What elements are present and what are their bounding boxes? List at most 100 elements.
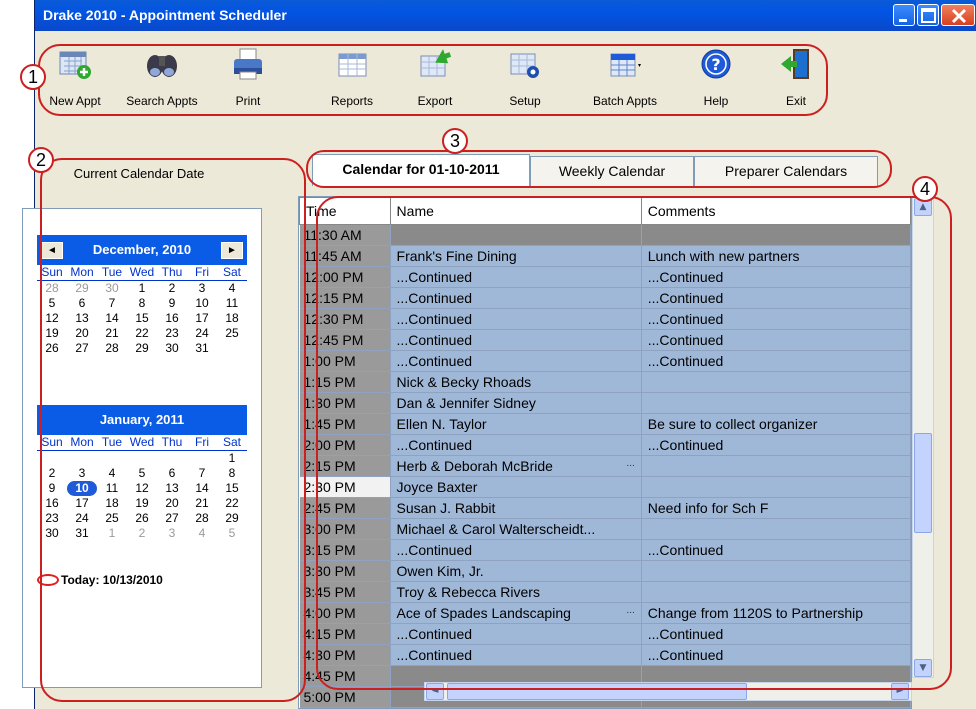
time-cell[interactable]: 12:45 PM xyxy=(299,329,391,351)
table-row[interactable]: 12:45 PM ...Continued ...Continued xyxy=(299,329,911,351)
table-row[interactable]: 11:45 AM Frank's Fine Dining Lunch with ne… xyxy=(299,245,911,267)
table-row[interactable]: 3:15 PM ...Continued ...Continued xyxy=(299,539,911,561)
table-row[interactable]: 3:00 PM Michael & Carol Walterscheidt... xyxy=(299,518,911,540)
calendar-day[interactable]: 4 xyxy=(187,526,217,541)
name-cell[interactable]: ...Continued xyxy=(390,266,642,288)
calendar-day[interactable]: 18 xyxy=(97,496,127,511)
calendar-day[interactable]: 10 xyxy=(67,481,97,496)
toolbar-button-export[interactable]: Export xyxy=(398,38,472,116)
name-cell[interactable]: Ellen N. Taylor xyxy=(390,413,642,435)
toolbar-button-help[interactable]: ? Help xyxy=(686,38,746,116)
calendar-day[interactable]: 3 xyxy=(157,526,187,541)
calendar-day[interactable]: 4 xyxy=(217,281,247,296)
comment-cell[interactable]: Lunch with new partners xyxy=(641,245,911,267)
calendar-day[interactable]: 26 xyxy=(127,511,157,526)
name-cell[interactable]: ...Continued xyxy=(390,329,642,351)
time-cell[interactable]: 1:30 PM xyxy=(299,392,391,414)
calendar-day[interactable]: 5 xyxy=(127,466,157,481)
time-cell[interactable]: 5:00 PM xyxy=(299,686,391,708)
column-header-name[interactable]: Name xyxy=(389,197,642,225)
comment-cell[interactable] xyxy=(641,581,911,603)
name-cell[interactable]: ...Continued xyxy=(390,350,642,372)
maximize-button[interactable] xyxy=(917,4,939,26)
horizontal-scroll-thumb[interactable] xyxy=(447,683,747,700)
name-cell[interactable]: Troy & Rebecca Rivers xyxy=(390,581,642,603)
name-cell[interactable]: Dan & Jennifer Sidney xyxy=(390,392,642,414)
time-cell[interactable]: 2:45 PM xyxy=(299,497,391,519)
table-row[interactable]: 1:45 PM Ellen N. Taylor Be sure to collect… xyxy=(299,413,911,435)
calendar-day[interactable]: 26 xyxy=(37,341,67,356)
calendar-day[interactable]: 15 xyxy=(127,311,157,326)
comment-cell[interactable]: ...Continued xyxy=(641,644,911,666)
table-row[interactable]: 4:30 PM ...Continued ...Continued xyxy=(299,644,911,666)
prev-month-button[interactable]: ◄ xyxy=(41,242,63,259)
calendar-day[interactable]: 29 xyxy=(217,511,247,526)
time-cell[interactable]: 11:30 AM xyxy=(299,224,391,246)
calendar-day[interactable]: 1 xyxy=(127,281,157,296)
table-row[interactable]: 2:00 PM ...Continued ...Continued xyxy=(299,434,911,456)
time-cell[interactable]: 12:30 PM xyxy=(299,308,391,330)
calendar-day[interactable]: 3 xyxy=(187,281,217,296)
tab-weekly-calendar[interactable]: Weekly Calendar xyxy=(530,156,694,186)
name-cell[interactable]: Owen Kim, Jr. xyxy=(390,560,642,582)
calendar-day[interactable]: 2 xyxy=(157,281,187,296)
vertical-scrollbar[interactable]: ▲ ▼ xyxy=(912,196,934,678)
calendar-day[interactable]: 25 xyxy=(217,326,247,341)
toolbar-button-batch-appts[interactable]: Batch Appts xyxy=(582,38,668,116)
vertical-scroll-thumb[interactable] xyxy=(914,433,932,533)
more-indicator[interactable]: ... xyxy=(626,458,634,469)
calendar-day[interactable]: 31 xyxy=(67,526,97,541)
time-cell[interactable]: 3:00 PM xyxy=(299,518,391,540)
calendar-day[interactable]: 19 xyxy=(37,326,67,341)
table-row[interactable]: 2:15 PM Herb & Deborah McBride... xyxy=(299,455,911,477)
time-cell[interactable]: 3:45 PM xyxy=(299,581,391,603)
column-header-comments[interactable]: Comments xyxy=(640,197,911,225)
table-row[interactable]: 3:45 PM Troy & Rebecca Rivers xyxy=(299,581,911,603)
table-row[interactable]: 1:30 PM Dan & Jennifer Sidney xyxy=(299,392,911,414)
comment-cell[interactable] xyxy=(641,560,911,582)
comment-cell[interactable] xyxy=(641,476,911,498)
column-header-time[interactable]: Time xyxy=(299,197,391,225)
comment-cell[interactable] xyxy=(641,371,911,393)
toolbar-button-new-appt[interactable]: New Appt xyxy=(38,38,112,116)
calendar-day[interactable]: 22 xyxy=(127,326,157,341)
calendar-day[interactable]: 30 xyxy=(97,281,127,296)
calendar-day[interactable]: 14 xyxy=(187,481,217,496)
table-row[interactable]: 11:30 AM xyxy=(299,224,911,246)
comment-cell[interactable]: ...Continued xyxy=(641,434,911,456)
calendar-day[interactable]: 12 xyxy=(127,481,157,496)
calendar-day[interactable]: 16 xyxy=(37,496,67,511)
time-cell[interactable]: 4:15 PM xyxy=(299,623,391,645)
time-cell[interactable]: 2:00 PM xyxy=(299,434,391,456)
calendar-day[interactable]: 31 xyxy=(187,341,217,356)
time-cell[interactable]: 1:15 PM xyxy=(299,371,391,393)
horizontal-scrollbar[interactable]: ◄ ► xyxy=(424,682,912,701)
scroll-down-icon[interactable]: ▼ xyxy=(914,659,932,677)
calendar-day[interactable]: 2 xyxy=(127,526,157,541)
calendar-day[interactable]: 1 xyxy=(97,526,127,541)
tab-daily-calendar[interactable]: Calendar for 01-10-2011 xyxy=(312,154,530,186)
name-cell[interactable] xyxy=(390,224,642,246)
calendar-day[interactable]: 27 xyxy=(67,341,97,356)
calendar-day[interactable]: 5 xyxy=(37,296,67,311)
time-cell[interactable]: 2:15 PM xyxy=(299,455,391,477)
toolbar-button-exit[interactable]: Exit xyxy=(766,38,826,116)
name-cell[interactable]: ...Continued xyxy=(390,308,642,330)
calendar-day[interactable]: 9 xyxy=(37,481,67,496)
minimize-button[interactable] xyxy=(893,4,915,26)
comment-cell[interactable]: ...Continued xyxy=(641,287,911,309)
calendar-day[interactable]: 28 xyxy=(37,281,67,296)
more-indicator[interactable]: ... xyxy=(626,605,634,616)
scroll-left-icon[interactable]: ◄ xyxy=(426,683,444,700)
calendar-day[interactable]: 10 xyxy=(187,296,217,311)
name-cell[interactable]: ...Continued xyxy=(390,434,642,456)
calendar-day[interactable]: 12 xyxy=(37,311,67,326)
calendar-day[interactable]: 14 xyxy=(97,311,127,326)
time-cell[interactable]: 4:30 PM xyxy=(299,644,391,666)
name-cell[interactable]: ...Continued xyxy=(390,539,642,561)
calendar-day[interactable]: 15 xyxy=(217,481,247,496)
calendar-day[interactable]: 9 xyxy=(157,296,187,311)
table-row[interactable]: 2:30 PM Joyce Baxter xyxy=(299,476,911,498)
table-row[interactable]: 12:00 PM ...Continued ...Continued xyxy=(299,266,911,288)
name-cell[interactable]: Michael & Carol Walterscheidt... xyxy=(390,518,642,540)
